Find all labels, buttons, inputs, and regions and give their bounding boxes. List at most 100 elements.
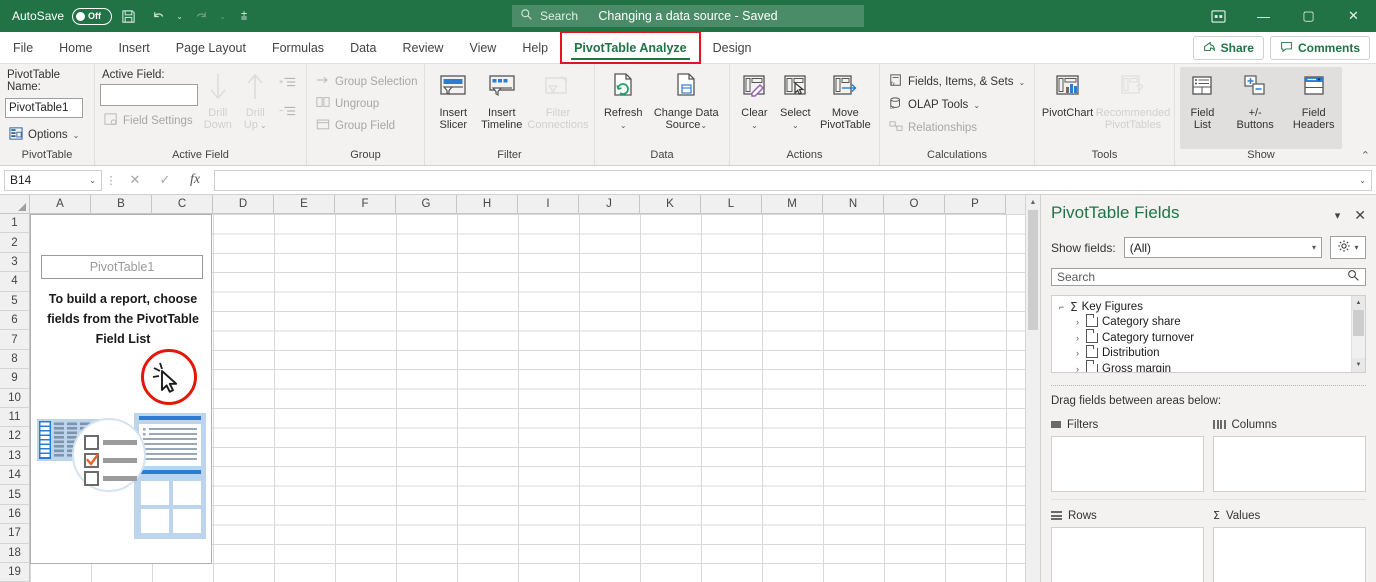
refresh-button[interactable]: Refresh ⌄ [600,67,646,135]
row-header-11[interactable]: 11 [0,407,30,428]
select-all-corner[interactable] [0,195,30,214]
minimize-button[interactable]: — [1241,0,1286,32]
row-header-1[interactable]: 1 [0,214,30,234]
column-header-N[interactable]: N [823,195,884,214]
fields-tree-scrollbar[interactable]: ▲ ▼ [1351,296,1365,372]
tree-item-distribution[interactable]: › Distribution [1057,344,1351,362]
column-header-A[interactable]: A [30,195,91,214]
maximize-button[interactable]: ▢ [1286,0,1331,32]
column-header-I[interactable]: I [518,195,579,214]
insert-function-button[interactable]: fx [180,170,210,191]
tab-view[interactable]: View [456,32,509,63]
collapse-expander-icon[interactable]: ⌐ [1057,302,1066,312]
tree-item-key-figures[interactable]: ⌐ Σ Key Figures [1057,299,1351,315]
select-caret-icon[interactable]: ⌄ [792,121,799,130]
column-header-D[interactable]: D [213,195,274,214]
fields-search-input[interactable]: Search [1051,268,1366,286]
change-data-source-button[interactable]: Change Data Source⌄ [648,67,724,135]
scroll-up-icon[interactable]: ▲ [1026,195,1040,210]
vertical-scrollbar[interactable]: ▲ [1025,195,1040,582]
change-data-source-caret-icon[interactable]: ⌄ [700,121,707,130]
tab-home[interactable]: Home [46,32,105,63]
options-caret-icon[interactable]: ⌄ [73,131,80,140]
pane-close-icon[interactable]: ✕ [1354,207,1366,224]
scrollbar-thumb[interactable] [1028,210,1038,330]
row-header-5[interactable]: 5 [0,291,30,311]
close-button[interactable]: ✕ [1331,0,1376,32]
column-header-G[interactable]: G [396,195,457,214]
row-header-9[interactable]: 9 [0,369,30,389]
autosave-toggle[interactable]: Off [72,7,113,25]
pivotchart-button[interactable]: PivotChart [1040,67,1095,122]
grid-cells[interactable]: PivotTable1 To build a report, choose fi… [30,214,1025,582]
customize-quick-access-icon[interactable]: ⩲ [230,3,258,29]
tree-scroll-down-icon[interactable]: ▼ [1352,358,1365,372]
tree-item-category-share[interactable]: › Category share [1057,313,1351,331]
pivottable-name-input[interactable] [5,98,83,118]
column-header-K[interactable]: K [640,195,701,214]
tab-pivottable-analyze[interactable]: PivotTable Analyze [560,31,701,64]
tree-item-gross-margin[interactable]: › Gross margin [1057,360,1351,372]
collapse-ribbon-icon[interactable]: ⌃ [1361,149,1370,162]
expand-expander-icon[interactable]: › [1073,317,1082,327]
column-header-E[interactable]: E [274,195,335,214]
tab-formulas[interactable]: Formulas [259,32,337,63]
name-box[interactable]: B14 ⌄ [4,169,102,191]
column-header-L[interactable]: L [701,195,762,214]
columns-drop-zone[interactable] [1213,436,1366,492]
options-button[interactable]: Options ⌄ [5,125,83,145]
formula-input[interactable]: ⌄ [214,169,1372,191]
search-box[interactable]: Search [512,5,864,27]
tab-help[interactable]: Help [509,32,561,63]
column-header-P[interactable]: P [945,195,1006,214]
field-list-button[interactable]: Field List [1180,67,1225,134]
tree-item-category-turnover[interactable]: › Category turnover [1057,329,1351,346]
row-header-6[interactable]: 6 [0,310,30,331]
row-header-14[interactable]: 14 [0,466,30,486]
plus-minus-buttons-button[interactable]: +/- Buttons [1227,67,1284,134]
refresh-caret-icon[interactable]: ⌄ [620,121,627,130]
row-header-8[interactable]: 8 [0,349,30,370]
row-header-15[interactable]: 15 [0,485,30,505]
row-header-2[interactable]: 2 [0,233,30,253]
tree-scroll-up-icon[interactable]: ▲ [1352,296,1365,310]
olap-tools-caret-icon[interactable]: ⌄ [973,101,980,110]
enter-formula-button[interactable]: ✓ [150,170,180,191]
undo-dropdown-caret-icon[interactable]: ⌄ [174,3,185,29]
tab-design[interactable]: Design [700,32,765,63]
column-header-C[interactable]: C [152,195,213,214]
column-header-O[interactable]: O [884,195,945,214]
rows-drop-zone[interactable] [1051,527,1204,582]
values-drop-zone[interactable] [1213,527,1366,582]
tab-page-layout[interactable]: Page Layout [163,32,259,63]
ribbon-display-options-icon[interactable] [1196,0,1241,32]
row-header-12[interactable]: 12 [0,427,30,447]
row-header-4[interactable]: 4 [0,272,30,292]
row-header-17[interactable]: 17 [0,524,30,544]
tree-scrollbar-thumb[interactable] [1353,310,1364,336]
insert-slicer-button[interactable]: Insert Slicer [430,67,477,134]
row-header-7[interactable]: 7 [0,330,30,350]
row-header-16[interactable]: 16 [0,504,30,525]
pane-menu-caret-icon[interactable]: ▾ [1335,209,1341,222]
clear-button[interactable]: Clear ⌄ [735,67,774,135]
column-header-J[interactable]: J [579,195,640,214]
insert-timeline-button[interactable]: Insert Timeline [479,67,526,134]
active-field-input[interactable] [100,84,198,106]
cancel-formula-button[interactable]: ✕ [120,170,150,191]
share-button[interactable]: Share [1192,36,1264,60]
expand-expander-icon[interactable]: › [1073,348,1082,358]
row-header-19[interactable]: 19 [0,563,30,582]
row-header-3[interactable]: 3 [0,252,30,273]
tab-review[interactable]: Review [389,32,456,63]
row-header-18[interactable]: 18 [0,543,30,564]
pivottable-placeholder[interactable]: PivotTable1 To build a report, choose fi… [30,214,212,564]
fields-items-sets-button[interactable]: fx Fields, Items, & Sets ⌄ [885,72,1029,92]
column-header-M[interactable]: M [762,195,823,214]
filters-drop-zone[interactable] [1051,436,1204,492]
field-headers-button[interactable]: Field Headers [1285,67,1342,134]
expand-formula-bar-icon[interactable]: ⌄ [1359,176,1366,185]
name-box-caret-icon[interactable]: ⌄ [89,176,96,185]
tree-scrollbar-track[interactable] [1352,336,1365,358]
fields-tree[interactable]: ⌐ Σ Key Figures › Category share › Categ… [1051,295,1366,373]
